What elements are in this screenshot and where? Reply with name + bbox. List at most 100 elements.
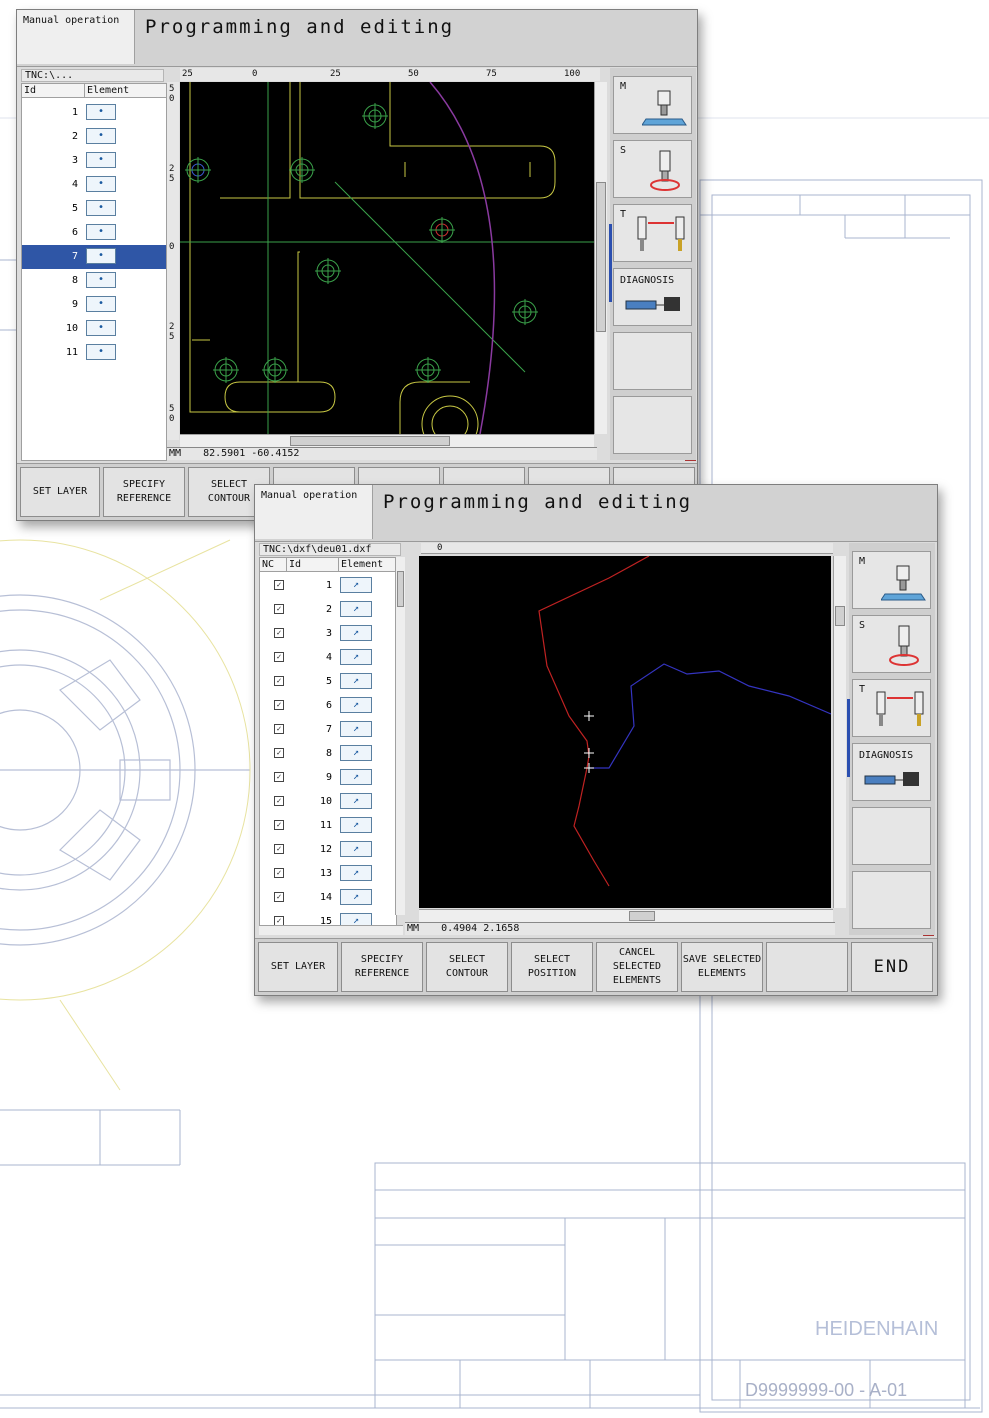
tool-change-icon (876, 691, 924, 726)
list-item[interactable]: ✓ 12 ↗ (260, 838, 396, 862)
list-item[interactable]: ✓ 13 ↗ (260, 862, 396, 886)
element-list[interactable]: NC Id Element ✓ 1 ↗ ✓ 2 ↗ ✓ 3 ↗ ✓ 4 ↗ ✓ 5 ↗ ✓ 6 ↗ ✓ 7 ↗ ✓ 8 ↗ ✓ 9… (259, 557, 397, 927)
nc-checkbox[interactable]: ✓ (274, 724, 284, 734)
empty-softkey[interactable] (766, 942, 848, 992)
specify-reference-button[interactable]: SPECIFY REFERENCE (103, 467, 185, 517)
list-item[interactable]: 1 • (22, 101, 166, 125)
nc-checkbox[interactable]: ✓ (274, 604, 284, 614)
list-item[interactable]: ✓ 10 ↗ (260, 790, 396, 814)
drawing-canvas[interactable] (180, 82, 594, 434)
column-nc[interactable]: NC (260, 558, 286, 572)
list-item[interactable]: 11 • (22, 341, 166, 365)
list-item[interactable]: 6 • (22, 221, 166, 245)
select-position-button[interactable]: SELECT POSITION (511, 942, 593, 992)
scroll-thumb[interactable] (629, 911, 655, 921)
scroll-thumb[interactable] (397, 571, 404, 607)
element-id: 13 (319, 868, 332, 879)
empty-side-button[interactable] (852, 871, 931, 929)
nc-checkbox[interactable]: ✓ (274, 580, 284, 590)
mode-label: Manual operation (17, 10, 135, 64)
save-selected-elements-button[interactable]: SAVE SELECTED ELEMENTS (681, 942, 763, 992)
tool-t-button[interactable]: T (852, 679, 931, 737)
list-item[interactable]: ✓ 3 ↗ (260, 622, 396, 646)
spindle-icon (881, 565, 926, 601)
cancel-selected-elements-button[interactable]: CANCEL SELECTED ELEMENTS (596, 942, 678, 992)
list-item[interactable]: ✓ 11 ↗ (260, 814, 396, 838)
drawing-canvas[interactable] (419, 556, 831, 908)
list-item[interactable]: 5 • (22, 197, 166, 221)
list-item[interactable]: ✓ 8 ↗ (260, 742, 396, 766)
point-element-icon: • (86, 272, 116, 288)
tool-t-button[interactable]: T (613, 204, 692, 262)
spindle-s-button[interactable]: S (852, 615, 931, 673)
nc-checkbox[interactable]: ✓ (274, 868, 284, 878)
column-element[interactable]: Element (84, 84, 166, 98)
list-item[interactable]: ✓ 5 ↗ (260, 670, 396, 694)
list-item[interactable]: ✓ 1 ↗ (260, 574, 396, 598)
ruler-label: 2 5 (169, 164, 175, 184)
element-id: 6 (325, 700, 332, 711)
line-element-icon: ↗ (340, 649, 372, 665)
ruler-label: 25 (182, 69, 193, 79)
empty-side-button[interactable] (613, 332, 692, 390)
list-scrollbar[interactable] (395, 557, 405, 915)
ruler-label: 2 5 (169, 322, 175, 342)
spindle-s-button[interactable]: S (613, 140, 692, 198)
nc-checkbox[interactable]: ✓ (274, 820, 284, 830)
element-id: 10 (65, 323, 78, 334)
empty-side-button[interactable] (613, 396, 692, 454)
list-item[interactable]: ✓ 7 ↗ (260, 718, 396, 742)
empty-side-button[interactable] (852, 807, 931, 865)
column-id[interactable]: Id (286, 558, 338, 572)
nc-checkbox[interactable]: ✓ (274, 844, 284, 854)
horizontal-scrollbar[interactable] (419, 909, 833, 922)
nc-checkbox[interactable]: ✓ (274, 892, 284, 902)
button-label: DIAGNOSIS (859, 750, 914, 761)
set-layer-button[interactable]: SET LAYER (20, 467, 100, 517)
nc-checkbox[interactable]: ✓ (274, 676, 284, 686)
diagnosis-button[interactable]: DIAGNOSIS (613, 268, 692, 326)
column-element[interactable]: Element (338, 558, 396, 572)
line-element-icon: ↗ (340, 673, 372, 689)
list-item[interactable]: 2 • (22, 125, 166, 149)
element-id: 7 (325, 724, 332, 735)
list-item[interactable]: ✓ 9 ↗ (260, 766, 396, 790)
machine-m-button[interactable]: M (852, 551, 931, 609)
list-item[interactable]: ✓ 4 ↗ (260, 646, 396, 670)
list-item[interactable]: 4 • (22, 173, 166, 197)
softkey-row: SET LAYER SPECIFY REFERENCE SELECT CONTO… (255, 938, 937, 995)
nc-checkbox[interactable]: ✓ (274, 652, 284, 662)
scroll-thumb[interactable] (596, 182, 606, 332)
scroll-thumb[interactable] (290, 436, 450, 446)
nc-checkbox[interactable]: ✓ (274, 772, 284, 782)
end-button[interactable]: END (851, 942, 933, 992)
nc-checkbox[interactable]: ✓ (274, 700, 284, 710)
select-contour-button[interactable]: SELECT CONTOUR (426, 942, 508, 992)
machine-m-button[interactable]: M (613, 76, 692, 134)
list-item[interactable]: 3 • (22, 149, 166, 173)
nc-checkbox[interactable]: ✓ (274, 748, 284, 758)
scroll-thumb[interactable] (835, 606, 845, 626)
diagnosis-button[interactable]: DIAGNOSIS (852, 743, 931, 801)
element-id: 12 (319, 844, 332, 855)
list-item[interactable]: ✓ 14 ↗ (260, 886, 396, 910)
element-list[interactable]: Id Element 1 • 2 • 3 • 4 • 5 • 6 • 7 • 8 • 9 • 10 • 11 • (21, 83, 167, 461)
list-item[interactable]: ✓ 6 ↗ (260, 694, 396, 718)
ruler-label: 75 (486, 69, 497, 79)
specify-reference-button[interactable]: SPECIFY REFERENCE (341, 942, 423, 992)
vertical-scrollbar[interactable] (833, 556, 846, 908)
column-id[interactable]: Id (22, 84, 84, 98)
list-item[interactable]: 9 • (22, 293, 166, 317)
list-item[interactable]: 8 • (22, 269, 166, 293)
nc-checkbox[interactable]: ✓ (274, 796, 284, 806)
set-layer-button[interactable]: SET LAYER (258, 942, 338, 992)
list-hscrollbar[interactable] (259, 925, 403, 935)
button-label: T (620, 209, 627, 220)
horizontal-scrollbar[interactable] (180, 434, 594, 447)
list-item[interactable]: 7 • (22, 245, 166, 269)
list-item[interactable]: 10 • (22, 317, 166, 341)
vertical-scrollbar[interactable] (594, 82, 607, 434)
nc-checkbox[interactable]: ✓ (274, 628, 284, 638)
list-item[interactable]: ✓ 2 ↗ (260, 598, 396, 622)
file-path: TNC:\dxf\deu01.dxf (259, 543, 401, 556)
